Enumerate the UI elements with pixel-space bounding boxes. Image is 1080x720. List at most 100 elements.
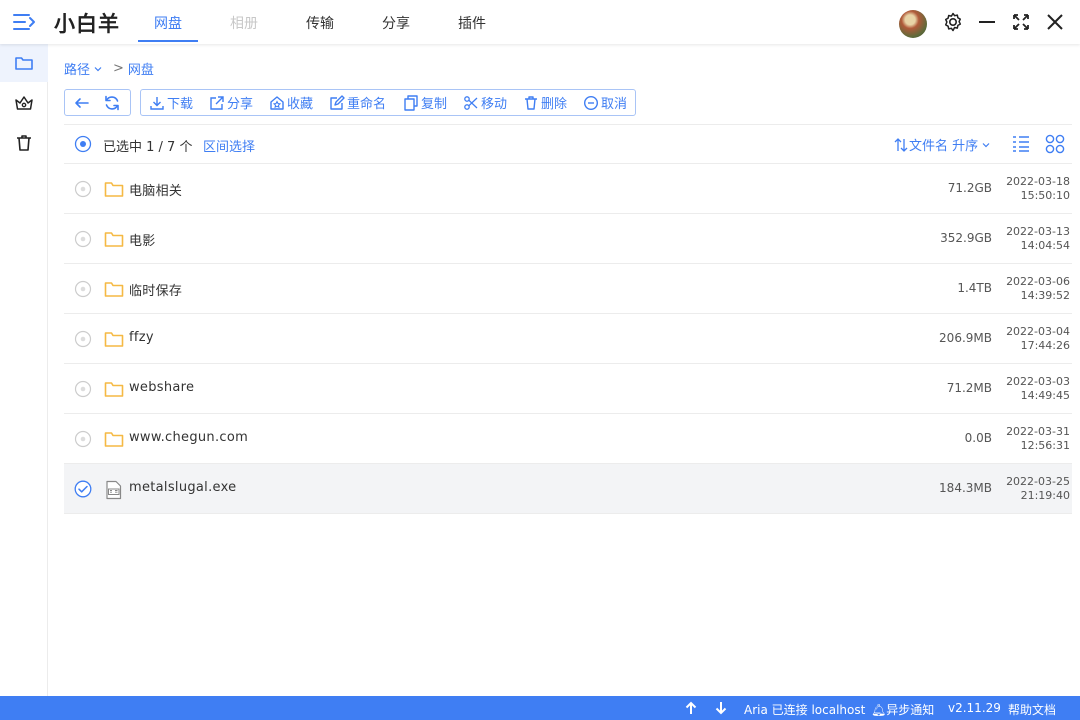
tab-plugins[interactable]: 插件 [458, 13, 486, 33]
file-date: 2022-03-13 14:04:54 [1006, 225, 1070, 253]
file-date: 2022-03-03 14:49:45 [1006, 375, 1070, 403]
tab-netdisk[interactable]: 网盘 [154, 13, 182, 33]
copy-button[interactable]: 复制 [403, 90, 447, 115]
file-date: 2022-03-25 21:19:40 [1006, 475, 1070, 503]
chevron-down-icon[interactable] [93, 64, 103, 74]
folder-icon [104, 230, 124, 252]
async-notify-label: 异步通知 [886, 703, 935, 717]
file-date-time: 14:04:54 [1020, 239, 1070, 252]
file-size: 71.2MB [946, 381, 992, 395]
select-all-radio[interactable] [74, 135, 92, 153]
folder-icon [104, 280, 124, 302]
refresh-icon[interactable] [103, 94, 121, 112]
aria-status[interactable]: Aria 已连接 localhost [744, 701, 865, 718]
tab-share[interactable]: 分享 [382, 13, 410, 33]
file-row[interactable]: 临时保存 1.4TB 2022-03-06 14:39:52 [64, 264, 1072, 314]
move-label: 移动 [481, 97, 508, 112]
move-button[interactable]: 移动 [463, 90, 507, 115]
share-icon [210, 95, 224, 110]
grid-view-icon[interactable] [1045, 134, 1065, 154]
chevron-down-icon [982, 142, 990, 147]
sidebar-item-files[interactable] [0, 44, 48, 82]
delete-label: 删除 [541, 97, 568, 112]
file-date: 2022-03-18 15:50:10 [1006, 175, 1070, 203]
file-date: 2022-03-04 17:44:26 [1006, 325, 1070, 353]
list-view-icon[interactable] [1011, 134, 1031, 154]
minimize-icon[interactable] [976, 11, 998, 33]
file-size: 352.9GB [940, 231, 992, 245]
file-row[interactable]: metalslugal.exe 184.3MB 2022-03-25 21:19:… [64, 464, 1072, 514]
file-name: metalslugal.exe [129, 480, 237, 495]
file-size: 1.4TB [957, 281, 992, 295]
file-row[interactable]: webshare 71.2MB 2022-03-03 14:49:45 [64, 364, 1072, 414]
rename-button[interactable]: 重命名 [329, 90, 386, 115]
row-radio[interactable] [74, 180, 92, 198]
breadcrumb-current[interactable]: 网盘 [128, 59, 154, 78]
tab-transfer[interactable]: 传输 [306, 13, 334, 33]
back-arrow-icon[interactable] [73, 94, 91, 112]
tab-album[interactable]: 相册 [230, 13, 258, 33]
help-docs-link[interactable]: 帮助文档 [1008, 701, 1056, 718]
file-date-day: 2022-03-03 [1006, 375, 1070, 388]
file-name: 电影 [129, 234, 156, 249]
file-date-day: 2022-03-13 [1006, 225, 1070, 238]
cancel-button[interactable]: 取消 [583, 90, 627, 115]
row-radio[interactable] [74, 280, 92, 298]
row-radio[interactable] [74, 430, 92, 448]
file-size: 184.3MB [939, 481, 992, 495]
close-icon[interactable] [1044, 11, 1066, 33]
download-button[interactable]: 下载 [149, 90, 193, 115]
share-button[interactable]: 分享 [209, 90, 253, 115]
range-select-link[interactable]: 区间选择 [203, 136, 255, 155]
divider [64, 124, 1072, 125]
folder-icon [104, 180, 124, 202]
top-bar: 小白羊 网盘 相册 传输 分享 插件 [0, 0, 1080, 44]
file-row[interactable]: ffzy 206.9MB 2022-03-04 17:44:26 [64, 314, 1072, 364]
download-arrow-icon[interactable] [714, 700, 728, 716]
file-date-day: 2022-03-06 [1006, 275, 1070, 288]
rename-icon [330, 94, 345, 110]
sort-dropdown[interactable]: 文件名 升序 [893, 135, 991, 154]
sidebar-item-trash[interactable] [0, 124, 48, 162]
menu-toggle-icon[interactable] [13, 12, 37, 32]
file-date-time: 14:49:45 [1020, 389, 1070, 402]
row-radio[interactable] [74, 330, 92, 348]
status-bar: Aria 已连接 localhost 🔔︎异步通知 v2.11.29 帮助文档 [0, 696, 1080, 720]
rename-label: 重命名 [347, 97, 387, 112]
folder-icon [104, 330, 124, 352]
upload-arrow-icon[interactable] [684, 700, 698, 716]
file-row[interactable]: www.chegun.com 0.0B 2022-03-31 12:56:31 [64, 414, 1072, 464]
user-avatar[interactable] [899, 10, 927, 38]
fullscreen-icon[interactable] [1010, 11, 1032, 33]
file-date-day: 2022-03-31 [1006, 425, 1070, 438]
favorite-icon [270, 95, 284, 110]
app-window: 小白羊 网盘 相册 传输 分享 插件 路径 > 网盘 下载 分享 收藏 重命名 … [0, 0, 1080, 720]
file-name: ffzy [129, 330, 154, 345]
cut-icon [464, 95, 478, 110]
trash-icon [17, 135, 31, 151]
row-radio[interactable] [74, 380, 92, 398]
download-label: 下载 [167, 97, 194, 112]
bell-icon: 🔔︎ [871, 703, 887, 717]
breadcrumb-separator: > [113, 61, 124, 76]
cancel-icon [583, 95, 599, 110]
row-radio[interactable] [74, 230, 92, 248]
file-name: webshare [129, 380, 195, 395]
sidebar-item-vip[interactable] [0, 84, 48, 122]
async-notify[interactable]: 🔔︎异步通知 [871, 701, 934, 718]
file-size: 206.9MB [939, 331, 992, 345]
app-title: 小白羊 [54, 12, 120, 36]
delete-icon [525, 95, 537, 110]
delete-button[interactable]: 删除 [523, 90, 567, 115]
file-row[interactable]: 电影 352.9GB 2022-03-13 14:04:54 [64, 214, 1072, 264]
file-date: 2022-03-31 12:56:31 [1006, 425, 1070, 453]
breadcrumb: 路径 > 网盘 [64, 59, 154, 78]
breadcrumb-root[interactable]: 路径 [64, 59, 90, 78]
sort-label: 文件名 升序 [909, 139, 979, 154]
file-name: 电脑相关 [129, 184, 183, 199]
favorite-button[interactable]: 收藏 [269, 90, 313, 115]
row-radio-checked[interactable] [74, 480, 92, 498]
favorite-label: 收藏 [287, 97, 314, 112]
file-row[interactable]: 电脑相关 71.2GB 2022-03-18 15:50:10 [64, 164, 1072, 214]
settings-gear-icon[interactable] [942, 11, 964, 33]
